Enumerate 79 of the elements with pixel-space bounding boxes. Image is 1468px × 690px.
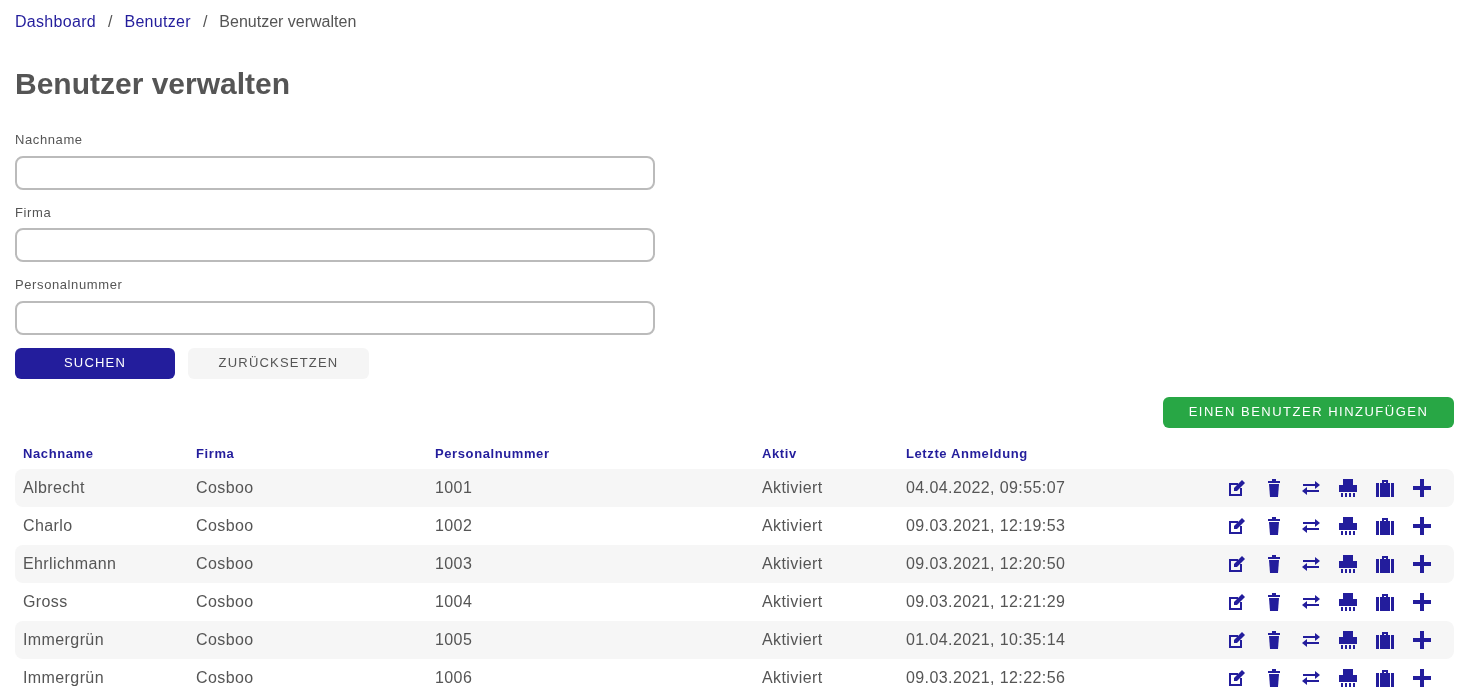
breadcrumb-separator: / bbox=[202, 12, 208, 32]
table-cell-text: Aktiviert bbox=[761, 516, 824, 536]
table-cell: Aktiviert bbox=[754, 469, 898, 507]
reset-button[interactable]: ZURÜCKSETZEN bbox=[188, 347, 369, 379]
plus-icon[interactable] bbox=[1412, 668, 1432, 688]
plus-icon[interactable] bbox=[1412, 478, 1432, 498]
table-cell: Albrecht bbox=[15, 469, 188, 507]
column-header[interactable]: Letzte Anmeldung bbox=[898, 435, 1136, 469]
table-cell-text: Aktiviert bbox=[761, 668, 824, 688]
table-cell: Cosboo bbox=[188, 545, 427, 583]
breadcrumb-current: Benutzer verwalten bbox=[219, 12, 357, 32]
briefcase-icon[interactable] bbox=[1375, 630, 1395, 650]
table-cell: Aktiviert bbox=[754, 545, 898, 583]
swap-arrows-icon[interactable] bbox=[1301, 630, 1321, 650]
page-title: Benutzer verwalten bbox=[15, 66, 292, 102]
table-cell-text: Charlo bbox=[22, 516, 74, 536]
shredder-icon[interactable] bbox=[1338, 630, 1358, 650]
table-cell-text: Cosboo bbox=[195, 592, 255, 612]
table-cell-text: 09.03.2021, 12:22:56 bbox=[905, 668, 1067, 688]
swap-arrows-icon[interactable] bbox=[1301, 554, 1321, 574]
shredder-icon[interactable] bbox=[1338, 478, 1358, 498]
briefcase-icon[interactable] bbox=[1375, 554, 1395, 574]
table-cell: 04.04.2022, 09:55:07 bbox=[898, 469, 1136, 507]
column-header[interactable]: Personalnummer bbox=[427, 435, 754, 469]
table-cell: 01.04.2021, 10:35:14 bbox=[898, 621, 1136, 659]
breadcrumb-link[interactable]: Benutzer bbox=[124, 10, 191, 34]
table-cell-text: Gross bbox=[22, 592, 69, 612]
shredder-icon[interactable] bbox=[1338, 668, 1358, 688]
table-cell: Cosboo bbox=[188, 621, 427, 659]
input-field[interactable] bbox=[15, 228, 655, 262]
briefcase-icon[interactable] bbox=[1375, 478, 1395, 498]
table-cell-text: 09.03.2021, 12:19:53 bbox=[905, 516, 1067, 536]
input-field[interactable] bbox=[15, 155, 655, 190]
briefcase-icon[interactable] bbox=[1375, 668, 1395, 688]
table-cell: Ehrlichmann bbox=[15, 545, 188, 583]
table-cell: Aktiviert bbox=[754, 621, 898, 659]
swap-arrows-icon[interactable] bbox=[1301, 478, 1321, 498]
table-cell: 1005 bbox=[427, 621, 754, 659]
plus-icon[interactable] bbox=[1412, 592, 1432, 612]
plus-icon[interactable] bbox=[1412, 630, 1432, 650]
table-cell-text: Cosboo bbox=[195, 668, 255, 688]
swap-arrows-icon[interactable] bbox=[1301, 516, 1321, 536]
edit-icon[interactable] bbox=[1227, 668, 1247, 688]
edit-icon[interactable] bbox=[1227, 554, 1247, 574]
column-header[interactable]: Aktiv bbox=[754, 435, 898, 469]
column-header[interactable]: Firma bbox=[188, 435, 427, 469]
table-cell-text: 1006 bbox=[434, 668, 474, 688]
input-field[interactable] bbox=[15, 300, 655, 335]
breadcrumb-link[interactable]: Dashboard bbox=[15, 10, 96, 34]
table-cell-text: 09.03.2021, 12:21:29 bbox=[905, 592, 1067, 612]
swap-arrows-icon[interactable] bbox=[1301, 668, 1321, 688]
briefcase-icon[interactable] bbox=[1375, 592, 1395, 612]
shredder-icon[interactable] bbox=[1338, 592, 1358, 612]
table-cell-text: 1002 bbox=[434, 516, 474, 536]
plus-icon[interactable] bbox=[1412, 516, 1432, 536]
table-cell-text: Immergrün bbox=[22, 668, 105, 688]
briefcase-icon[interactable] bbox=[1375, 516, 1395, 536]
edit-icon[interactable] bbox=[1227, 592, 1247, 612]
plus-icon[interactable] bbox=[1412, 554, 1432, 574]
search-button[interactable]: SUCHEN bbox=[15, 347, 175, 379]
field-label: Firma bbox=[15, 203, 53, 222]
table-cell-text: 1004 bbox=[434, 592, 474, 612]
table-cell: 1001 bbox=[427, 469, 754, 507]
field-label: Nachname bbox=[15, 131, 84, 149]
shredder-icon[interactable] bbox=[1338, 516, 1358, 536]
table-cell: 1003 bbox=[427, 545, 754, 583]
table-cell: Cosboo bbox=[188, 469, 427, 507]
table-cell-text: Aktiviert bbox=[761, 592, 824, 612]
field-label: Personalnummer bbox=[15, 276, 124, 294]
table-cell: Immergrün bbox=[15, 621, 188, 659]
shredder-icon[interactable] bbox=[1338, 554, 1358, 574]
table-cell-text: Cosboo bbox=[195, 516, 255, 536]
edit-icon[interactable] bbox=[1227, 516, 1247, 536]
swap-arrows-icon[interactable] bbox=[1301, 592, 1321, 612]
table-cell: 09.03.2021, 12:20:50 bbox=[898, 545, 1136, 583]
edit-icon[interactable] bbox=[1227, 630, 1247, 650]
breadcrumb-separator: / bbox=[108, 12, 113, 32]
column-header[interactable]: Nachname bbox=[15, 435, 188, 469]
edit-icon[interactable] bbox=[1227, 478, 1247, 498]
